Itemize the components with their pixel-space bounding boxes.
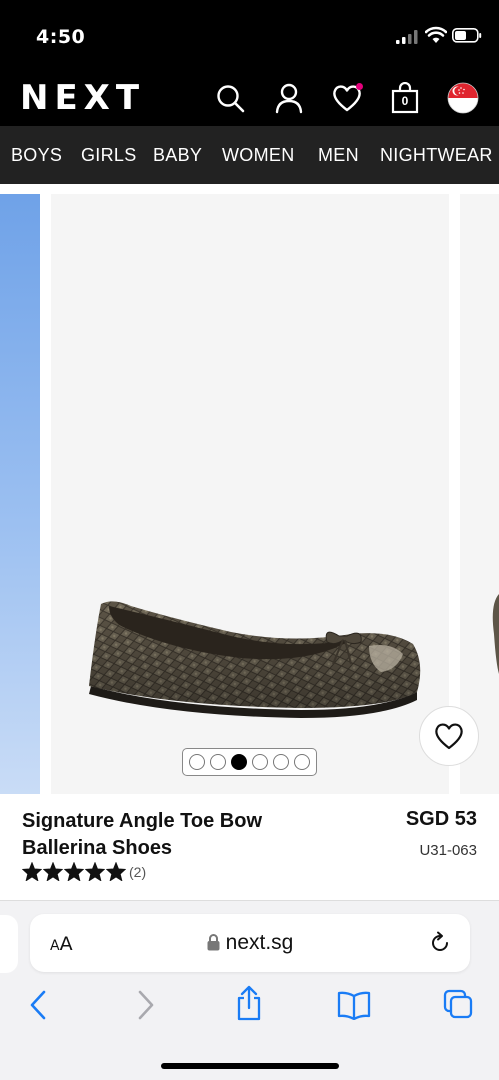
product-carousel[interactable] [0,184,499,794]
previous-tab-peek[interactable] [0,915,18,973]
nav-item-baby[interactable]: BABY [153,145,202,166]
lock-icon [207,934,220,951]
singapore-flag-icon [447,82,479,114]
star-rating [22,862,127,881]
review-count: (2) [129,863,147,880]
product-code: U31-063 [419,842,477,859]
pagination-dot[interactable] [189,754,205,770]
product-rating[interactable]: (2) [22,862,146,881]
star-icon [106,862,126,881]
next-shoe-image [492,594,499,674]
status-time: 4:50 [36,26,86,48]
bag-count: 0 [401,94,409,108]
bag-button[interactable]: 0 [389,82,421,114]
star-icon [85,862,105,881]
product-title-line1: Signature Angle Toe Bow [22,810,263,832]
pagination-dot[interactable] [252,754,268,770]
nav-item-girls[interactable]: GIRLS [81,145,137,166]
add-to-favourites-button[interactable] [419,706,479,766]
star-icon [22,862,42,881]
category-nav: BOYS GIRLS BABY WOMEN MEN NIGHTWEAR [0,126,499,184]
product-price: SGD 53 [405,808,477,830]
site-header: NEXT 0 [0,74,499,126]
bookmarks-icon[interactable] [336,990,372,1020]
nav-item-boys[interactable]: BOYS [11,145,62,166]
favourites-indicator-dot [356,83,363,90]
reload-icon[interactable] [428,931,452,955]
nav-item-men[interactable]: MEN [318,145,359,166]
previous-product-image[interactable] [0,194,40,794]
heart-icon [435,723,463,750]
url-text: next.sg [225,931,294,954]
status-bar: 4:50 [0,0,499,74]
account-button[interactable] [273,82,305,114]
cellular-signal-icon [396,30,418,44]
search-icon [217,85,245,113]
pagination-dot[interactable] [231,754,247,770]
home-indicator [161,1063,339,1069]
address-bar[interactable]: AA next.sg [30,914,470,972]
favourites-button[interactable] [331,82,363,114]
wifi-icon [425,26,447,43]
product-image[interactable] [51,194,449,794]
pagination-dot[interactable] [294,754,310,770]
nav-item-women[interactable]: WOMEN [222,145,295,166]
pagination-dot[interactable] [273,754,289,770]
url-display[interactable]: next.sg [30,931,470,955]
back-icon[interactable] [28,988,50,1022]
product-title[interactable]: Signature Angle Toe Bow Ballerina Shoes [22,808,322,862]
product-title-line2: Ballerina Shoes [22,837,173,859]
ballerina-shoe-image [89,601,421,718]
next-logo[interactable]: NEXT [20,78,145,118]
star-icon [64,862,84,881]
pagination-dot[interactable] [210,754,226,770]
battery-icon [452,28,482,43]
nav-item-nightwear[interactable]: NIGHTWEAR [380,145,493,166]
search-button[interactable] [214,82,246,114]
image-pagination[interactable] [182,748,317,776]
forward-icon[interactable] [134,988,156,1022]
next-product-image[interactable] [460,194,499,794]
share-icon[interactable] [234,984,264,1022]
star-icon [43,862,63,881]
tabs-icon[interactable] [442,988,474,1020]
country-selector[interactable] [447,82,479,114]
account-icon [275,83,303,114]
